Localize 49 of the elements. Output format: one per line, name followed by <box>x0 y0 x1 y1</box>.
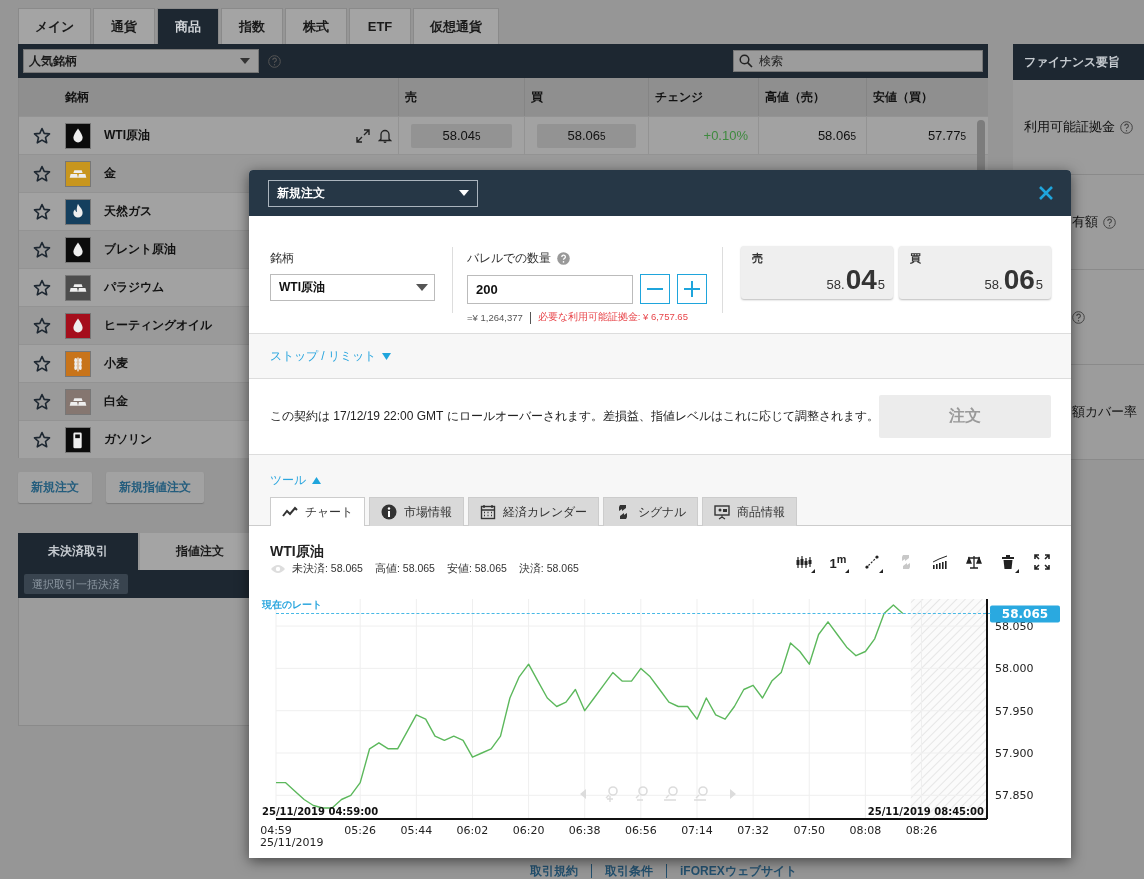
chart-title: WTI原油 <box>270 543 324 559</box>
x-tick-label: 07:14 <box>681 824 713 837</box>
instrument-name: ブレント原油 <box>104 241 176 258</box>
instrument-name: 天然ガス <box>104 203 152 220</box>
y-tick-label: 57.850 <box>995 789 1034 803</box>
instrument-name: 白金 <box>104 393 128 410</box>
x-tick-label: 05:26 <box>344 824 377 837</box>
summary-label: 利用可能証拠金 <box>1024 118 1115 136</box>
instrument-name: 小麦 <box>104 355 128 372</box>
x-tick-label: 05:44 <box>400 824 433 837</box>
end-timestamp: 25/11/2019 08:45:00 <box>867 806 984 817</box>
high-price: 58.065 <box>817 128 856 143</box>
summary-label: 額カバー率 <box>1072 403 1137 421</box>
x-tick-label: 07:32 <box>737 824 769 837</box>
price-stat: 高値: 58.065 <box>374 562 435 576</box>
x-tick-label: 06:02 <box>456 824 489 837</box>
instrument-name: WTI原油 <box>104 127 150 144</box>
y-tick-label: 58.050 <box>995 620 1034 634</box>
instrument-name: 金 <box>104 165 116 182</box>
field-label: バレルでの数量 <box>467 250 551 267</box>
y-tick-label: 58.000 <box>995 662 1034 676</box>
start-timestamp: 25/11/2019 04:59:00 <box>262 806 379 817</box>
price-change: +0.10% <box>703 128 748 143</box>
price-stat: 未決済: 58.065 <box>292 562 363 576</box>
instrument-name: ヒーティングオイル <box>104 317 212 334</box>
y-tick-label: 57.900 <box>995 747 1034 760</box>
instrument-name: パラジウム <box>104 279 164 296</box>
x-axis: 04:59 05:26 05:44 06:02 06:20 06:38 06:56 07:14 07:32 07:50 08:08 08:26 25/11/2019 <box>260 818 988 849</box>
summary-label: 有額 <box>1072 213 1098 231</box>
current-rate-tag: 58.065 <box>990 605 1060 623</box>
x-tick-label: 07:50 <box>793 824 826 837</box>
y-tick-label: 57.950 <box>995 704 1034 718</box>
panel-title: ファイナンス要旨 <box>1013 44 1144 80</box>
x-tick-label: 08:26 <box>905 824 938 837</box>
rollover-notice: この契約は 17/12/19 22:00 GMT にロールオーバーされます。差損益、指値レベルはこれに応じて調整されます。 <box>270 408 879 425</box>
x-tick-label: 06:56 <box>625 824 657 837</box>
x-tick-label: 04:59 <box>260 824 292 837</box>
x-tick-label: 08:08 <box>849 824 882 837</box>
x-tick-label: 06:20 <box>512 824 545 837</box>
column-header: 銘柄 <box>64 89 90 106</box>
field-label: 銘柄 <box>270 250 295 267</box>
current-rate-label: 現在のレート <box>262 599 322 611</box>
low-price: 57.775 <box>927 128 966 143</box>
instrument-name: ガソリン <box>104 431 152 448</box>
price-stat: 決済: 58.065 <box>518 562 579 576</box>
price-stat: 安値: 58.065 <box>446 562 507 576</box>
notional-value: =¥ 1,264,377 <box>467 312 523 323</box>
required-margin: 必要な利用可能証拠金: ¥ 6,757.65 <box>537 311 688 324</box>
x-tick-label: 06:38 <box>568 824 601 837</box>
